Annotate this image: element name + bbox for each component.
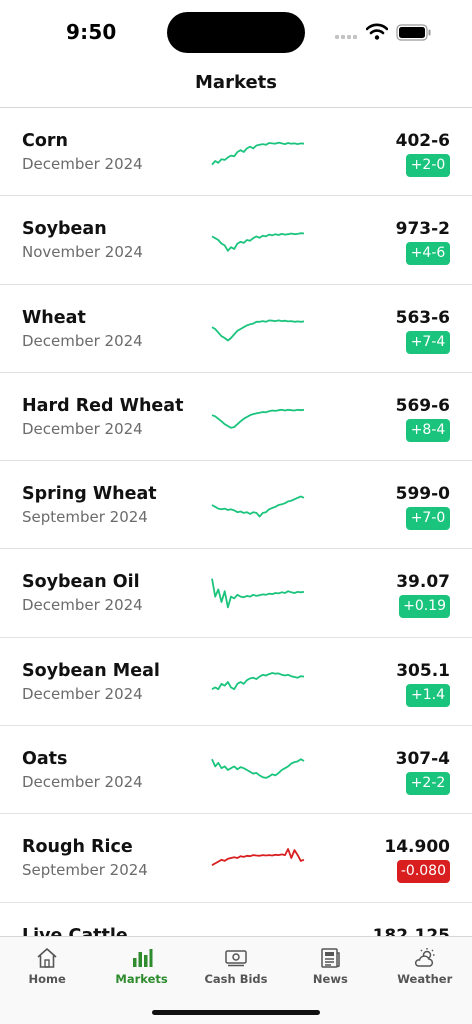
- sparkline-line: [211, 671, 305, 690]
- contract-month: December 2024: [22, 684, 143, 703]
- market-name: Soybean Meal: [22, 660, 160, 681]
- market-row[interactable]: Rough Rice September 2024 14.900 -0.080: [0, 814, 472, 903]
- contract-month: September 2024: [22, 861, 148, 880]
- sparkline-chart: [211, 232, 305, 252]
- sparkline-chart: [211, 671, 305, 690]
- tab-cash-bids[interactable]: Cash Bids: [189, 937, 283, 997]
- market-row[interactable]: Soybean Oil December 2024 39.07 +0.19: [0, 549, 472, 638]
- tab-label: Home: [28, 972, 66, 986]
- tab-markets[interactable]: Markets: [94, 937, 188, 997]
- sparkline-line: [211, 232, 305, 252]
- contract-month: September 2024: [22, 508, 148, 527]
- price-change-badge: +2-0: [406, 154, 450, 177]
- contract-month: December 2024: [22, 155, 143, 173]
- sparkline-line: [211, 578, 305, 609]
- market-price: 973-2: [395, 219, 450, 240]
- wifi-icon: [366, 23, 388, 40]
- contract-month: December 2024: [22, 331, 143, 350]
- tab-news[interactable]: News: [283, 937, 377, 997]
- market-row[interactable]: Oats December 2024 307-4 +2-2: [0, 726, 472, 815]
- market-list[interactable]: Corn December 2024 402-6 +2-0 Soybean Novembe…: [0, 108, 472, 936]
- price-change-badge: +1.4: [406, 683, 450, 707]
- market-row[interactable]: Soybean November 2024 973-2 +4-6: [0, 196, 472, 285]
- sparkline-line: [211, 319, 305, 341]
- home-icon: [35, 946, 59, 974]
- sparkline-line: [211, 758, 305, 779]
- sparkline-chart: [211, 578, 305, 609]
- tab-label: Markets: [115, 972, 168, 986]
- market-row[interactable]: Soybean Meal December 2024 305.1 +1.4: [0, 638, 472, 727]
- sparkline-chart: [210, 927, 306, 936]
- price-change-badge: +0.19: [399, 595, 450, 619]
- price-change-badge: +4-6: [406, 242, 450, 266]
- contract-month: December 2024: [22, 596, 143, 615]
- market-price: 39.07: [396, 572, 450, 593]
- cellular-signal-icon: [335, 35, 357, 39]
- market-price: 305.1: [396, 660, 450, 681]
- tab-home[interactable]: Home: [0, 937, 94, 997]
- contract-month: December 2024: [22, 419, 143, 438]
- sparkline-line: [211, 848, 305, 867]
- market-row[interactable]: Spring Wheat September 2024 599-0 +7-0: [0, 461, 472, 550]
- tab-label: Weather: [397, 972, 453, 986]
- status-time: 9:50: [66, 20, 117, 44]
- market-name: Spring Wheat: [22, 484, 157, 505]
- market-name: Live Cattle: [22, 925, 128, 936]
- dynamic-island: [167, 12, 305, 53]
- price-change-badge: +7-4: [406, 330, 450, 354]
- price-change-badge: +2-2: [406, 772, 450, 796]
- market-row[interactable]: Corn December 2024 402-6 +2-0: [0, 108, 472, 197]
- market-price: 569-6: [395, 395, 450, 416]
- market-name: Wheat: [22, 307, 86, 328]
- newspaper-icon: [318, 946, 342, 974]
- status-bar: 9:50: [0, 0, 472, 62]
- market-name: Rough Rice: [22, 837, 133, 858]
- market-price: 182.125: [372, 925, 450, 936]
- contract-month: December 2024: [22, 773, 143, 792]
- sparkline-line: [211, 141, 305, 166]
- sparkline-line: [211, 408, 305, 429]
- contract-month: November 2024: [22, 243, 143, 262]
- sparkline-chart: [211, 758, 305, 779]
- page-title: Markets: [195, 72, 277, 93]
- sparkline-chart: [211, 848, 305, 867]
- sparkline-chart: [211, 319, 305, 341]
- home-indicator: [152, 1010, 320, 1015]
- tab-weather[interactable]: Weather: [378, 937, 472, 997]
- price-change-badge: +7-0: [406, 507, 450, 531]
- market-name: Hard Red Wheat: [22, 395, 184, 416]
- market-name: Soybean: [22, 219, 107, 240]
- price-change-badge: +8-4: [406, 418, 450, 442]
- market-price: 14.900: [384, 837, 450, 858]
- sparkline-line: [211, 495, 305, 518]
- tab-label: Cash Bids: [204, 972, 268, 986]
- market-row[interactable]: Hard Red Wheat December 2024 569-6 +8-4: [0, 373, 472, 462]
- market-name: Oats: [22, 749, 68, 770]
- sparkline-chart: [211, 141, 305, 166]
- market-price: 402-6: [395, 131, 450, 151]
- sparkline-chart: [211, 495, 305, 518]
- nav-header: Markets: [0, 62, 472, 108]
- market-name: Corn: [22, 131, 68, 151]
- market-price: 599-0: [395, 484, 450, 505]
- cash-icon: [224, 946, 248, 974]
- tab-label: News: [312, 972, 348, 986]
- market-row[interactable]: Live Cattle 182.125: [0, 903, 472, 936]
- market-price: 307-4: [395, 749, 450, 770]
- market-price: 563-6: [395, 307, 450, 328]
- bar-chart-icon: [130, 946, 154, 974]
- market-row[interactable]: Wheat December 2024 563-6 +7-4: [0, 285, 472, 373]
- market-name: Soybean Oil: [22, 572, 140, 593]
- weather-icon: [413, 946, 437, 974]
- price-change-badge: -0.080: [396, 860, 450, 884]
- sparkline-chart: [211, 408, 305, 429]
- battery-icon: [396, 24, 431, 41]
